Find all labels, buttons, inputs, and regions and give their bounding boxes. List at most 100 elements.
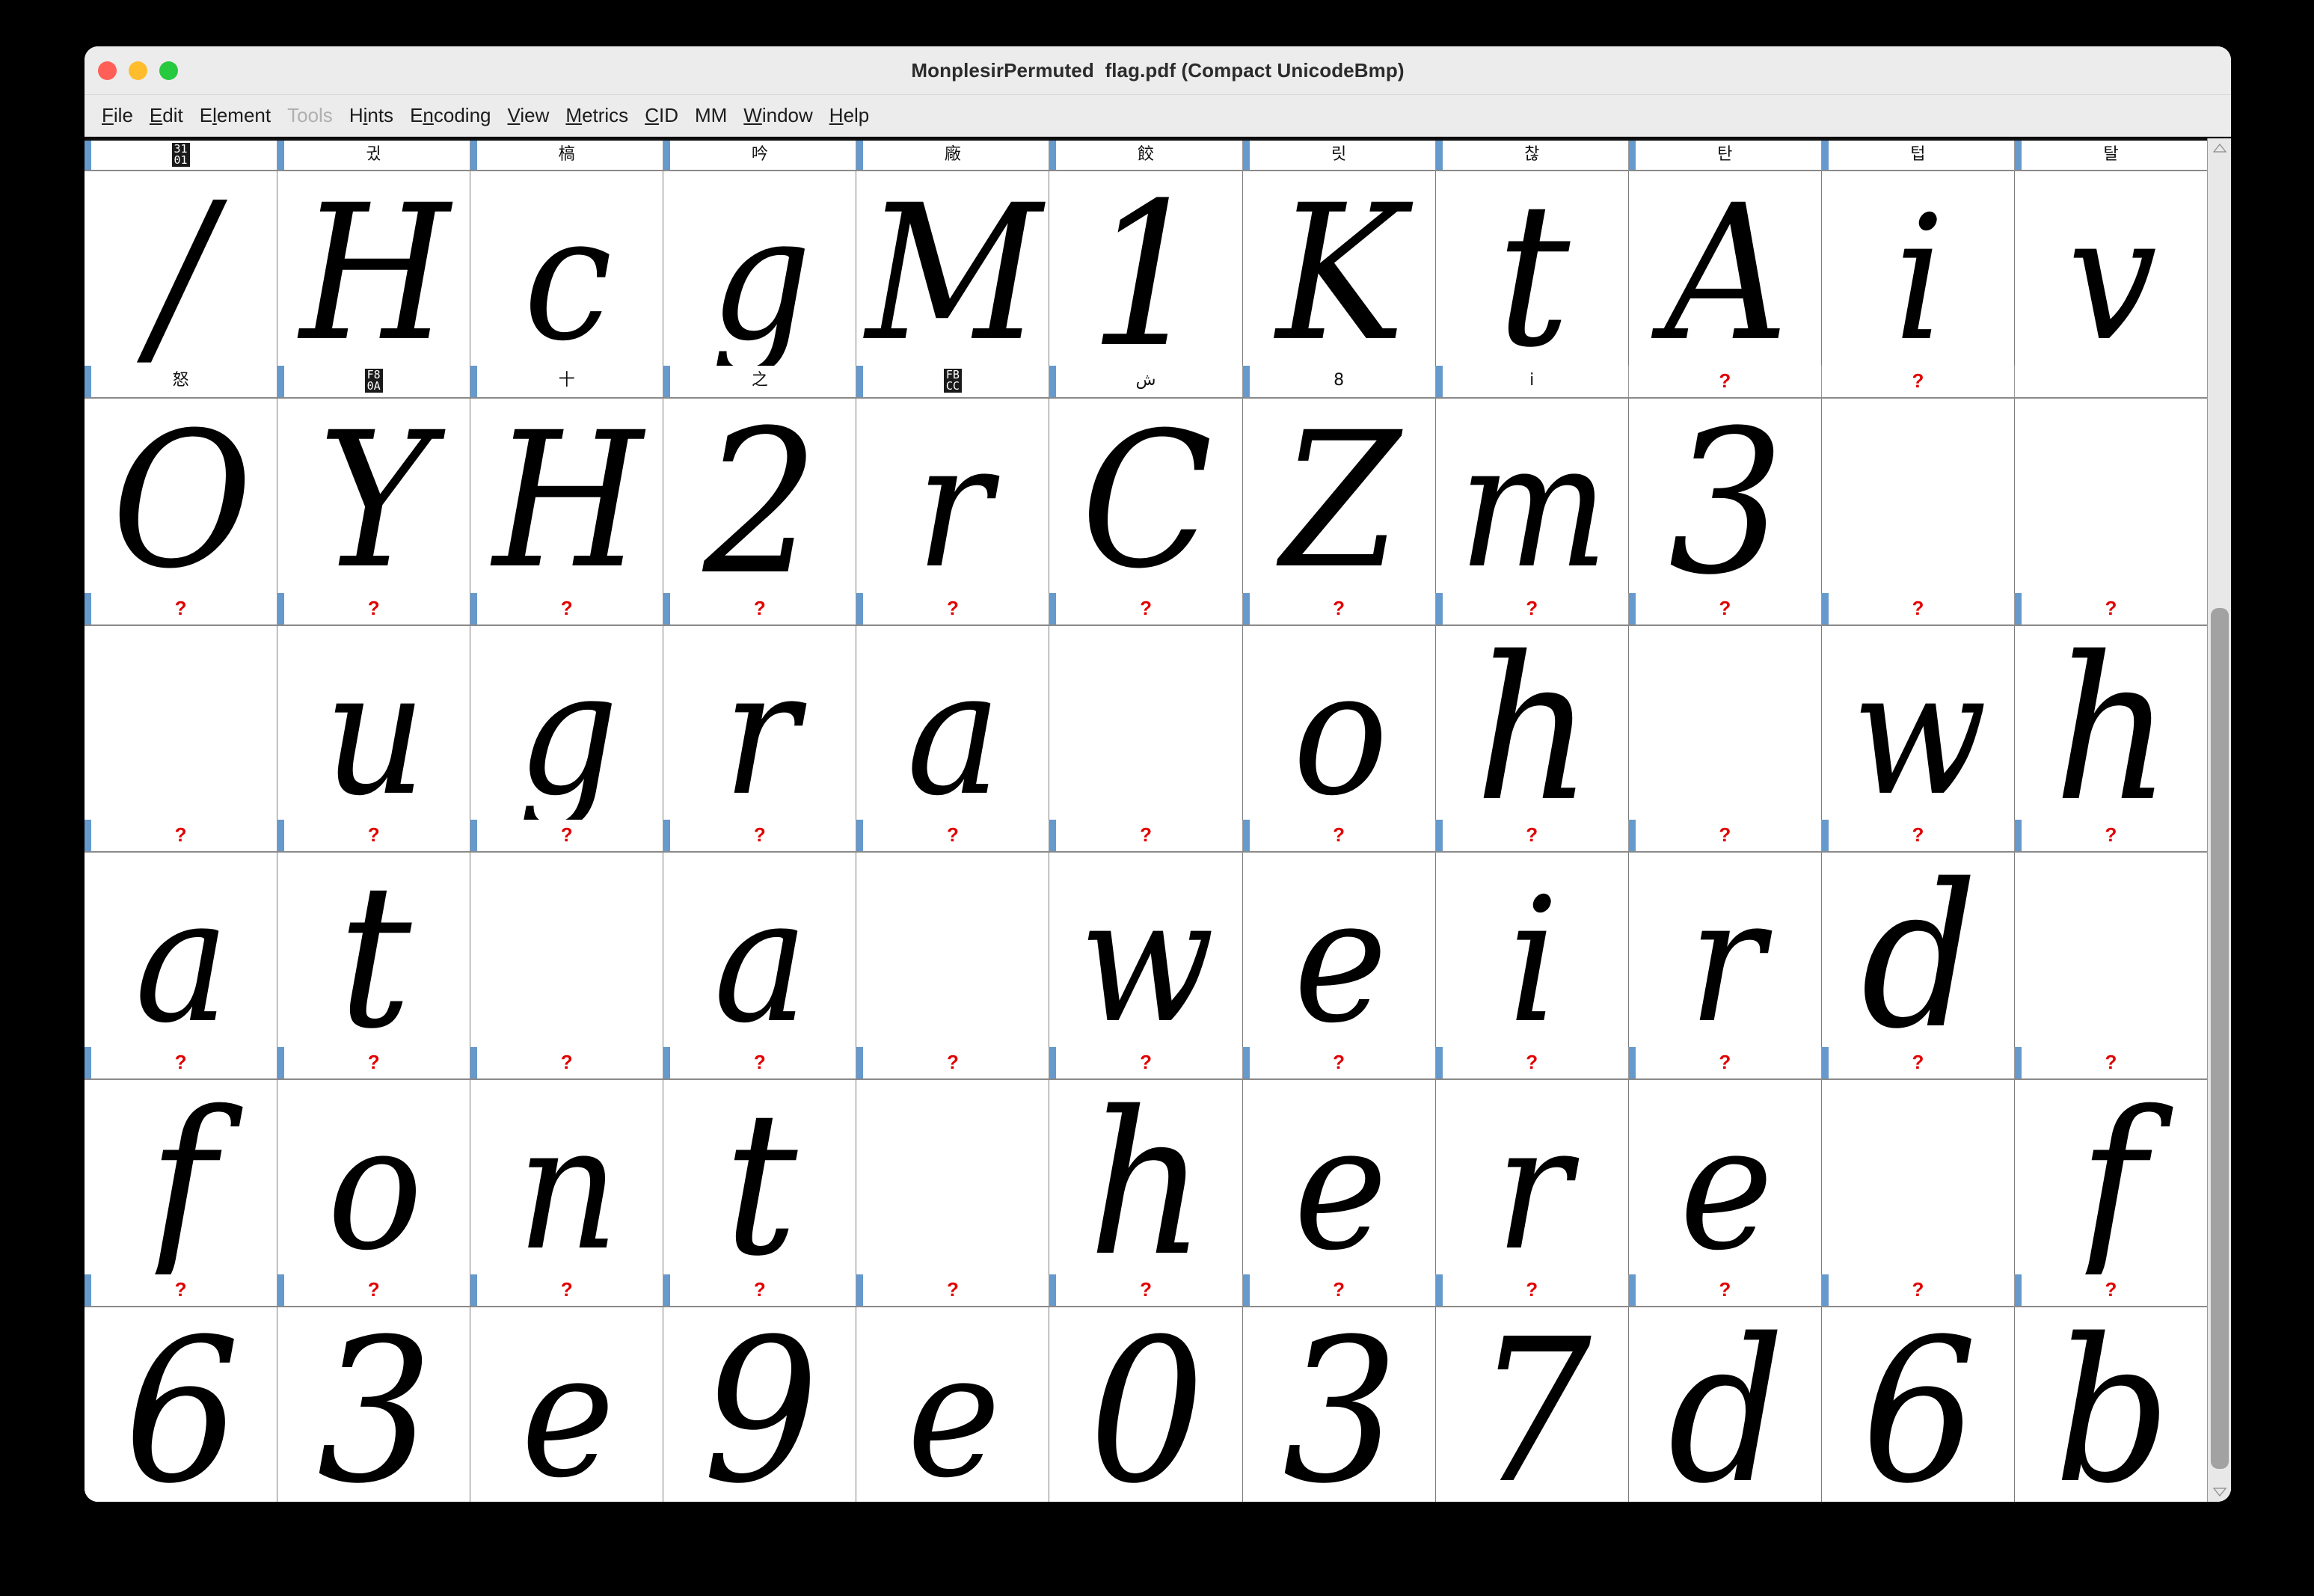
scroll-up-icon[interactable] — [2208, 138, 2232, 158]
glyph-cell-header[interactable]: ? — [470, 1274, 664, 1307]
glyph-cell[interactable]: v — [2015, 171, 2207, 366]
glyph-cell[interactable]: a — [85, 853, 278, 1048]
glyph-cell[interactable]: K — [1243, 171, 1436, 366]
scroll-down-icon[interactable] — [2208, 1482, 2232, 1502]
glyph-cell[interactable]: A — [1629, 171, 1822, 366]
glyph-cell[interactable]: g — [470, 625, 664, 820]
menu-window[interactable]: Window — [735, 103, 820, 128]
glyph-cell[interactable]: _ — [470, 853, 664, 1048]
glyph-cell-header[interactable]: ? — [663, 592, 857, 624]
glyph-cell-header[interactable]: ? — [1435, 1274, 1629, 1307]
glyph-cell-header[interactable]: ? — [85, 820, 278, 852]
glyph-cell[interactable]: 1 — [1049, 171, 1243, 366]
glyph-cell[interactable]: O — [85, 398, 278, 593]
glyph-cell-header[interactable]: ? — [1242, 820, 1436, 852]
glyph-cell[interactable]: / — [85, 171, 278, 366]
glyph-cell-header[interactable]: ? — [1049, 820, 1243, 852]
glyph-cell-header[interactable]: 찮 — [1435, 141, 1629, 170]
glyph-cell[interactable]: h — [2015, 626, 2207, 820]
glyph-cell[interactable]: 6 — [85, 1307, 278, 1502]
glyph-cell[interactable]: w — [1049, 853, 1243, 1048]
menu-hints[interactable]: Hints — [341, 103, 402, 128]
glyph-cell-header[interactable]: 怒 — [85, 365, 278, 397]
vertical-scrollbar[interactable] — [2207, 138, 2231, 1502]
glyph-cell-header[interactable]: ? — [1435, 1047, 1629, 1079]
menu-mm[interactable]: MM — [687, 103, 735, 128]
glyph-cell[interactable]: 2 — [663, 398, 857, 593]
glyph-cell[interactable]: e — [1243, 853, 1436, 1048]
glyph-cell[interactable] — [2015, 399, 2207, 593]
glyph-cell[interactable]: f — [2015, 1080, 2207, 1275]
glyph-cell-header[interactable]: 吟 — [663, 141, 857, 170]
glyph-cell-header[interactable]: 8 — [1242, 365, 1436, 397]
glyph-cell[interactable]: 3 — [277, 1307, 471, 1502]
glyph-cell[interactable]: a — [856, 625, 1050, 820]
menu-metrics[interactable]: Metrics — [557, 103, 636, 128]
glyph-cell-header[interactable]: ? — [470, 1047, 664, 1079]
glyph-cell-header[interactable]: ? — [1628, 1047, 1822, 1079]
glyph-cell[interactable]: w — [1822, 625, 2015, 820]
glyph-cell-header[interactable]: ? — [856, 1047, 1050, 1079]
glyph-cell[interactable]: H — [277, 171, 471, 366]
glyph-cell-header[interactable]: ? — [856, 820, 1050, 852]
glyph-cell-header[interactable]: ? — [1821, 1274, 2015, 1307]
minimize-button[interactable] — [129, 61, 147, 80]
glyph-cell[interactable]: r — [1629, 853, 1822, 1048]
glyph-cell[interactable]: t — [1436, 171, 1629, 366]
glyph-cell-header[interactable]: 탄 — [1628, 141, 1822, 170]
menu-element[interactable]: Element — [191, 103, 279, 128]
glyph-cell[interactable] — [1822, 398, 2015, 593]
scrollbar-track[interactable] — [2208, 158, 2232, 1482]
glyph-cell-header[interactable]: ? — [663, 1274, 857, 1307]
glyph-cell-header[interactable]: ? — [1049, 1047, 1243, 1079]
glyph-cell-header[interactable]: ? — [1049, 592, 1243, 624]
glyph-cell-header[interactable]: ش — [1049, 365, 1243, 397]
scrollbar-thumb[interactable] — [2210, 608, 2229, 1470]
glyph-cell-header[interactable]: 귔 — [277, 141, 471, 170]
glyph-cell-header[interactable]: ? — [2014, 592, 2207, 624]
glyph-cell-header[interactable]: ? — [2014, 1047, 2207, 1079]
glyph-cell-header[interactable]: 之 — [663, 365, 857, 397]
glyph-cell-header[interactable]: ? — [2014, 1274, 2207, 1307]
glyph-cell[interactable]: e — [1629, 1080, 1822, 1275]
glyph-cell[interactable]: i — [1436, 853, 1629, 1048]
close-button[interactable] — [98, 61, 117, 80]
glyph-cell[interactable]: f — [85, 1080, 278, 1275]
glyph-cell-header[interactable]: FB CC — [856, 365, 1050, 397]
glyph-cell-header[interactable]: ? — [1435, 592, 1629, 624]
glyph-cell-header[interactable]: ? — [470, 820, 664, 852]
glyph-cell-header[interactable]: ? — [1242, 592, 1436, 624]
glyph-cell-header[interactable]: ? — [1628, 820, 1822, 852]
glyph-cell-header[interactable]: ? — [85, 1274, 278, 1307]
glyph-cell[interactable]: _ — [1629, 625, 1822, 820]
glyph-grid[interactable]: 31 01 귔 槁吟廠餃 릿 찮 탄 텁 탈 / Hc g M 1 Kt Ai v 怒 F8 0A 十之 FB CC ش 8 i?… — [85, 138, 2207, 1502]
glyph-cell-header[interactable]: ? — [1049, 1274, 1243, 1307]
menu-encoding[interactable]: Encoding — [402, 103, 499, 128]
glyph-cell-header[interactable]: ? — [1821, 820, 2015, 852]
menu-edit[interactable]: Edit — [141, 103, 191, 128]
glyph-cell[interactable]: 6 — [1822, 1307, 2015, 1502]
glyph-cell-header[interactable]: 槁 — [470, 141, 664, 170]
glyph-cell-header[interactable]: ? — [2014, 820, 2207, 852]
menu-cid[interactable]: CID — [636, 103, 687, 128]
glyph-cell-header[interactable]: ? — [856, 592, 1050, 624]
glyph-cell[interactable]: r — [856, 398, 1050, 593]
glyph-cell[interactable]: o — [1243, 625, 1436, 820]
glyph-cell-header[interactable]: ? — [1629, 365, 1822, 397]
glyph-cell[interactable]: r — [663, 625, 857, 820]
glyph-cell-header[interactable]: ? — [277, 820, 471, 852]
zoom-button[interactable] — [159, 61, 178, 80]
glyph-cell[interactable]: r — [1436, 1080, 1629, 1275]
glyph-cell-header[interactable]: ? — [856, 1274, 1050, 1307]
glyph-cell-header[interactable]: ? — [85, 1047, 278, 1079]
glyph-cell[interactable]: H — [470, 398, 664, 593]
glyph-cell[interactable]: t — [663, 1080, 857, 1275]
glyph-cell[interactable]: h — [1049, 1080, 1243, 1275]
glyph-cell[interactable]: 0 — [1049, 1307, 1243, 1502]
glyph-cell-header[interactable]: F8 0A — [277, 365, 471, 397]
glyph-cell[interactable]: a — [663, 853, 857, 1048]
glyph-cell-header[interactable]: 十 — [470, 365, 664, 397]
glyph-cell[interactable]: 9 — [663, 1307, 857, 1502]
glyph-cell[interactable]: M — [856, 171, 1050, 366]
menu-view[interactable]: View — [500, 103, 558, 128]
